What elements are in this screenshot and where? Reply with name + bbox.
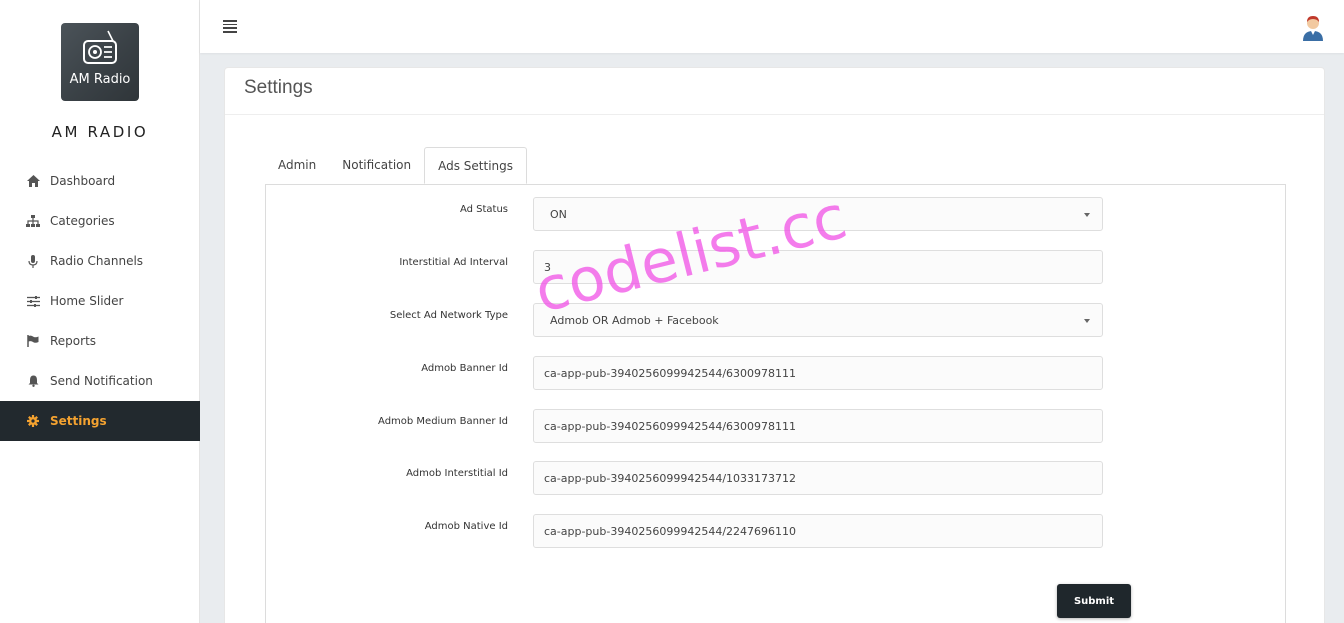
menu-toggle-icon[interactable]: [223, 20, 237, 33]
settings-card: Settings Admin Notification Ads Settings…: [224, 67, 1325, 623]
tab-admin[interactable]: Admin: [265, 147, 329, 184]
admob-native-id-input[interactable]: ca-app-pub-3940256099942544/2247696110: [533, 514, 1103, 548]
tab-ads-settings[interactable]: Ads Settings: [424, 147, 528, 184]
microphone-icon: [25, 253, 41, 269]
radio-icon: [83, 30, 117, 64]
admob-native-id-label: Admob Native Id: [424, 521, 508, 532]
sidebar-item-send-notification[interactable]: Send Notification: [0, 361, 200, 401]
ad-network-type-label: Select Ad Network Type: [389, 310, 508, 321]
sidebar-item-label: Dashboard: [50, 174, 116, 188]
chevron-down-icon: [1084, 319, 1090, 323]
card-divider: [225, 114, 1324, 115]
sidebar-nav: Dashboard Categories Radio Channels Home…: [0, 161, 200, 441]
interstitial-interval-input[interactable]: 3: [533, 250, 1103, 284]
app-logo[interactable]: AM Radio: [61, 23, 139, 101]
home-icon: [25, 173, 41, 189]
admob-interstitial-id-label: Admob Interstitial Id: [406, 468, 508, 479]
form-row-ad-status: Ad Status ON: [266, 197, 1285, 231]
brand-name: AM RADIO: [51, 123, 149, 141]
sidebar-item-label: Categories: [50, 214, 115, 228]
admob-interstitial-id-input[interactable]: ca-app-pub-3940256099942544/1033173712: [533, 461, 1103, 495]
sidebar-item-label: Settings: [50, 414, 107, 428]
page-title: Settings: [244, 77, 313, 98]
form-row-admob-interstitial-id: Admob Interstitial Id ca-app-pub-3940256…: [266, 461, 1285, 495]
form-row-admob-banner-id: Admob Banner Id ca-app-pub-3940256099942…: [266, 356, 1285, 390]
gear-icon: [25, 413, 41, 429]
interstitial-interval-label: Interstitial Ad Interval: [399, 257, 508, 268]
ad-status-label: Ad Status: [459, 204, 508, 215]
chevron-down-icon: [1084, 213, 1090, 217]
ads-settings-pane: Ad Status ON Interstitial Ad Interval 3 …: [265, 184, 1286, 623]
sidebar-item-categories[interactable]: Categories: [0, 201, 200, 241]
flag-icon: [25, 333, 41, 349]
settings-tabs: Admin Notification Ads Settings: [265, 147, 528, 184]
logo-text: AM Radio: [69, 72, 131, 87]
topbar: [200, 0, 1344, 53]
sliders-icon: [25, 293, 41, 309]
sidebar-item-label: Send Notification: [50, 374, 153, 388]
sidebar-item-reports[interactable]: Reports: [0, 321, 200, 361]
sidebar: AM Radio AM RADIO Dashboard Categories R…: [0, 0, 200, 623]
submit-button[interactable]: Submit: [1057, 584, 1131, 618]
ad-status-select[interactable]: ON: [533, 197, 1103, 231]
ad-network-type-value: Admob OR Admob + Facebook: [550, 313, 719, 327]
admob-banner-id-input[interactable]: ca-app-pub-3940256099942544/6300978111: [533, 356, 1103, 390]
sidebar-item-label: Radio Channels: [50, 254, 144, 268]
tab-notification[interactable]: Notification: [329, 147, 424, 184]
ad-status-value: ON: [550, 207, 567, 221]
form-row-admob-native-id: Admob Native Id ca-app-pub-3940256099942…: [266, 514, 1285, 548]
bell-icon: [25, 373, 41, 389]
sitemap-icon: [25, 213, 41, 229]
form-row-admob-medium-banner-id: Admob Medium Banner Id ca-app-pub-394025…: [266, 409, 1285, 443]
admob-medium-banner-id-input[interactable]: ca-app-pub-3940256099942544/6300978111: [533, 409, 1103, 443]
sidebar-item-radio-channels[interactable]: Radio Channels: [0, 241, 200, 281]
sidebar-item-label: Home Slider: [50, 294, 124, 308]
ad-network-type-select[interactable]: Admob OR Admob + Facebook: [533, 303, 1103, 337]
form-row-ad-network-type: Select Ad Network Type Admob OR Admob + …: [266, 303, 1285, 337]
form-row-interstitial-interval: Interstitial Ad Interval 3: [266, 250, 1285, 284]
admob-medium-banner-id-label: Admob Medium Banner Id: [378, 416, 508, 427]
sidebar-item-label: Reports: [50, 334, 97, 348]
sidebar-item-settings[interactable]: Settings: [0, 401, 200, 441]
user-avatar[interactable]: [1300, 11, 1326, 41]
sidebar-item-home-slider[interactable]: Home Slider: [0, 281, 200, 321]
admob-banner-id-label: Admob Banner Id: [421, 363, 508, 374]
sidebar-item-dashboard[interactable]: Dashboard: [0, 161, 200, 201]
